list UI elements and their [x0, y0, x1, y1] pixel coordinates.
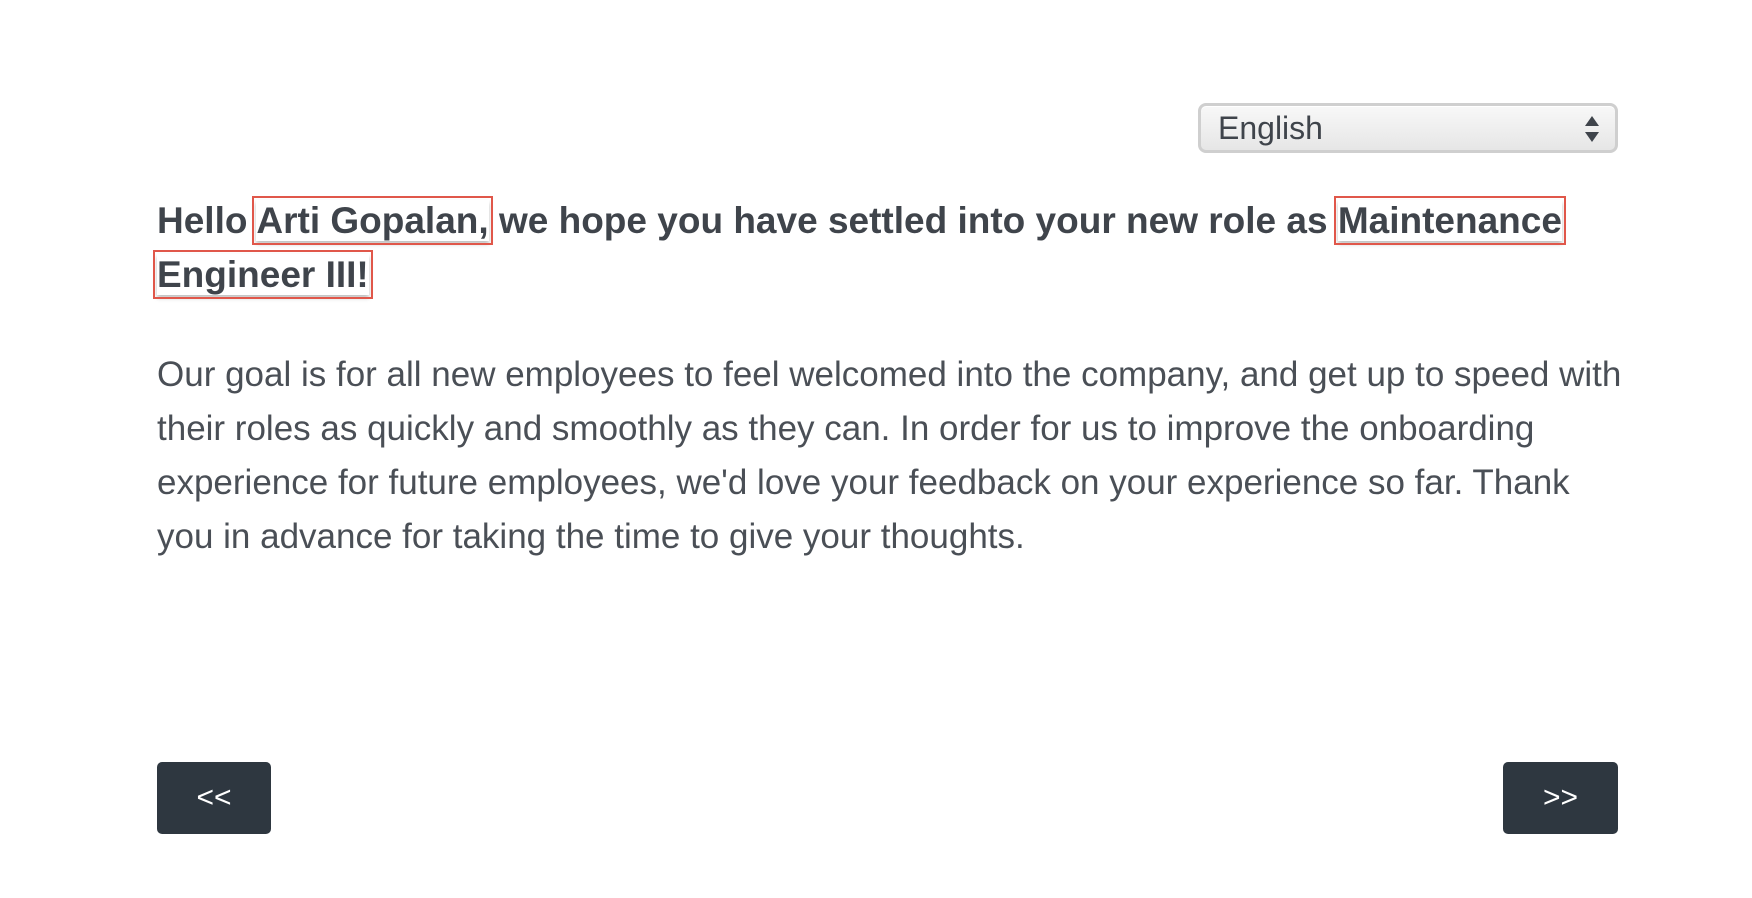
select-arrows-icon [1585, 116, 1599, 142]
greeting-prefix: Hello [157, 200, 257, 241]
survey-page: English Hello Arti Gopalan, we hope you … [0, 0, 1752, 898]
main-content: Hello Arti Gopalan, we hope you have set… [153, 194, 1627, 564]
previous-button[interactable]: << [157, 762, 271, 834]
intro-paragraph: Our goal is for all new employees to fee… [157, 355, 1622, 556]
language-select-value: English [1218, 109, 1323, 146]
next-button[interactable]: >> [1503, 762, 1618, 834]
role-title-highlight-line1: Maintenance [1333, 196, 1566, 245]
greeting-middle: we hope you have settled into your new r… [488, 200, 1338, 241]
role-title-highlight-line2: Engineer III! [153, 250, 373, 299]
greeting-heading: Hello Arti Gopalan, we hope you have set… [153, 194, 1627, 302]
employee-name-highlight: Arti Gopalan, [252, 196, 493, 245]
language-select[interactable]: English [1198, 103, 1618, 153]
